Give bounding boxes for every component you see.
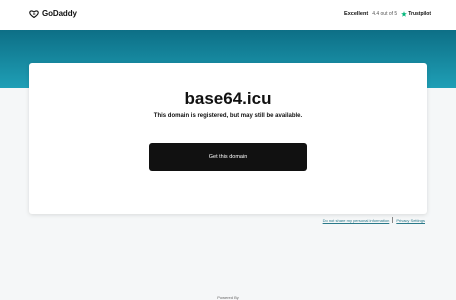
domain-card: base64.icu This domain is registered, bu… [29, 63, 427, 214]
domain-name: base64.icu [184, 89, 272, 108]
godaddy-logo[interactable]: GoDaddy [29, 9, 77, 18]
get-domain-button[interactable]: Get this domain [149, 143, 307, 171]
privacy-settings-link[interactable]: Privacy Settings [396, 218, 425, 223]
link-separator [392, 217, 394, 223]
godaddy-logo-icon [29, 9, 39, 18]
top-header: GoDaddy Excellent 4.4 out of 5 Trustpilo… [0, 0, 456, 30]
trustpilot-badge: Trustpilot [401, 11, 431, 17]
rating-score: 4.4 out of 5 [372, 11, 398, 17]
rating-label: Excellent [344, 11, 369, 17]
trustpilot-name: Trustpilot [408, 11, 431, 17]
trustpilot-star-icon [401, 11, 408, 17]
availability-message: This domain is registered, but may still… [153, 113, 303, 119]
trustpilot-rating[interactable]: Excellent 4.4 out of 5 Trustpilot [344, 11, 431, 17]
brand-name: GoDaddy [42, 9, 77, 18]
powered-by: Powered By [217, 295, 239, 300]
footer-links: Do not share my personal information Pri… [323, 217, 425, 223]
personal-info-link[interactable]: Do not share my personal information [323, 218, 390, 223]
